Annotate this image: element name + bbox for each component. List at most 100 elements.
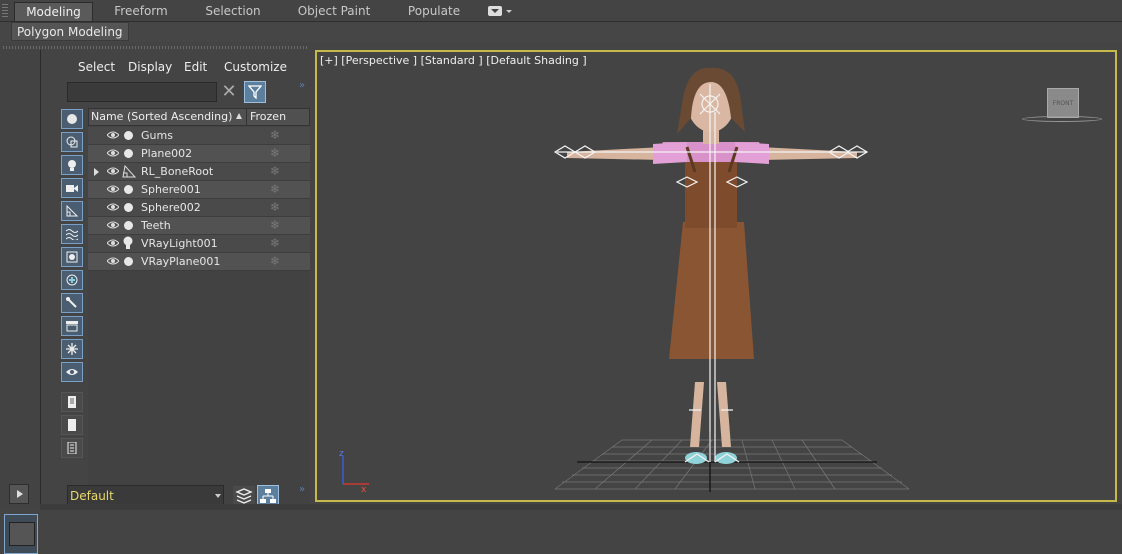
camera-icon	[66, 185, 78, 192]
perspective-viewport[interactable]: [+] [Perspective ] [Standard ] [Default …	[315, 50, 1117, 502]
table-row[interactable]: Plane002 ❄	[88, 145, 310, 163]
object-name: Sphere001	[141, 183, 201, 196]
light-bulb-icon	[123, 236, 133, 249]
eye-icon[interactable]	[107, 203, 119, 211]
table-row[interactable]: VRayPlane001 ❄	[88, 253, 310, 271]
sphere-icon	[124, 149, 133, 158]
freeze-icon[interactable]: ❄	[270, 165, 282, 177]
panel-divider	[3, 46, 308, 49]
table-row[interactable]: Teeth ❄	[88, 217, 310, 235]
freeze-icon[interactable]: ❄	[270, 129, 282, 141]
filter-bones-button[interactable]	[61, 293, 83, 313]
spacewarp-icon	[66, 229, 78, 240]
table-row[interactable]: VRayLight001 ❄	[88, 235, 310, 253]
chevrons-icon[interactable]: »	[299, 80, 305, 91]
object-name: Teeth	[141, 219, 171, 232]
container-icon	[66, 321, 78, 332]
eye-icon[interactable]	[107, 185, 119, 193]
helper-icon	[66, 205, 78, 217]
filter-xrefs-button[interactable]	[61, 270, 83, 290]
freeze-icon[interactable]: ❄	[270, 201, 282, 213]
menu-edit[interactable]: Edit	[184, 59, 207, 75]
freeze-icon[interactable]: ❄	[270, 255, 282, 267]
light-bulb-icon	[68, 160, 76, 171]
viewport-scene: z x	[339, 67, 910, 495]
bone-icon	[122, 165, 136, 178]
filter-hidden-button[interactable]	[61, 362, 83, 382]
freeze-icon[interactable]: ❄	[270, 237, 282, 249]
column-name-header[interactable]: Name (Sorted Ascending)	[91, 110, 232, 123]
sphere-icon	[124, 221, 133, 230]
eye-icon[interactable]	[107, 149, 119, 157]
chevrons-icon[interactable]: »	[299, 484, 305, 495]
table-row[interactable]: Sphere001 ❄	[88, 181, 310, 199]
display-all-button[interactable]	[61, 392, 83, 412]
sphere-icon	[124, 257, 133, 266]
tab-freeform[interactable]: Freeform	[104, 2, 178, 21]
eye-icon[interactable]	[107, 167, 119, 175]
invert-page-icon	[67, 442, 77, 454]
freeze-icon[interactable]: ❄	[270, 219, 282, 231]
ribbon-panel-bar: Polygon Modeling	[0, 22, 1122, 42]
object-name: VRayPlane001	[141, 255, 221, 268]
ribbon-options-icon	[488, 6, 502, 16]
tab-modeling[interactable]: Modeling	[14, 2, 93, 21]
object-name: Sphere002	[141, 201, 201, 214]
chevron-down-icon[interactable]	[215, 494, 221, 498]
freeze-icon[interactable]: ❄	[270, 147, 282, 159]
object-name: Plane002	[141, 147, 193, 160]
table-row[interactable]: RL_BoneRoot ❄	[88, 163, 310, 181]
ribbon-options-dropdown[interactable]	[486, 5, 514, 18]
menu-display[interactable]: Display	[128, 59, 172, 75]
freeze-icon[interactable]: ❄	[270, 183, 282, 195]
tab-selection[interactable]: Selection	[196, 2, 270, 21]
axis-x-label: x	[361, 485, 367, 495]
table-row[interactable]: Gums ❄	[88, 127, 310, 145]
filter-geometry-button[interactable]	[61, 109, 83, 129]
tab-object-paint[interactable]: Object Paint	[292, 2, 376, 21]
shapes-icon	[66, 136, 78, 148]
eye-icon[interactable]	[107, 131, 119, 139]
filter-button[interactable]	[244, 81, 266, 103]
table-row[interactable]: Sphere002 ❄	[88, 199, 310, 217]
group-icon	[66, 251, 78, 263]
viewcube-compass-ring[interactable]	[1022, 116, 1102, 122]
ribbon-tab-bar: Modeling Freeform Selection Object Paint…	[0, 0, 1122, 22]
document-icon	[68, 396, 76, 408]
eye-icon[interactable]	[107, 221, 119, 229]
eye-icon[interactable]	[107, 239, 119, 247]
expand-play-button[interactable]	[9, 484, 29, 504]
sort-by-layers-button[interactable]	[233, 486, 255, 506]
layers-icon	[235, 488, 253, 504]
eye-icon	[66, 369, 78, 375]
search-input[interactable]	[67, 82, 217, 102]
column-divider[interactable]	[246, 109, 247, 125]
eye-icon[interactable]	[107, 257, 119, 265]
viewcube[interactable]: FRONT	[1047, 88, 1079, 118]
ribbon-grip[interactable]	[2, 4, 8, 18]
invert-display-button[interactable]	[61, 438, 83, 458]
axis-tripod: z x	[339, 449, 369, 495]
filter-cameras-button[interactable]	[61, 178, 83, 198]
xref-icon	[66, 274, 78, 286]
object-name: Gums	[141, 129, 173, 142]
filter-containers-button[interactable]	[61, 316, 83, 336]
filter-shapes-button[interactable]	[61, 132, 83, 152]
left-command-strip	[0, 50, 40, 554]
filter-frozen-button[interactable]	[61, 339, 83, 359]
tab-populate[interactable]: Populate	[398, 2, 470, 21]
column-frozen-header[interactable]: Frozen	[250, 110, 286, 123]
filter-spacewarps-button[interactable]	[61, 224, 83, 244]
filter-lights-button[interactable]	[61, 155, 83, 175]
display-none-button[interactable]	[61, 415, 83, 435]
menu-customize[interactable]: Customize	[224, 59, 287, 75]
scene-explorer-toggle-button[interactable]	[4, 514, 38, 554]
menu-select[interactable]: Select	[78, 59, 115, 75]
expand-arrow-icon[interactable]	[94, 168, 99, 176]
tab-polygon-modeling[interactable]: Polygon Modeling	[11, 22, 129, 41]
filter-helpers-button[interactable]	[61, 201, 83, 221]
chevron-down-icon	[506, 10, 512, 13]
clear-search-icon[interactable]: ✕	[221, 83, 237, 101]
home-grid	[554, 439, 910, 490]
filter-groups-button[interactable]	[61, 247, 83, 267]
